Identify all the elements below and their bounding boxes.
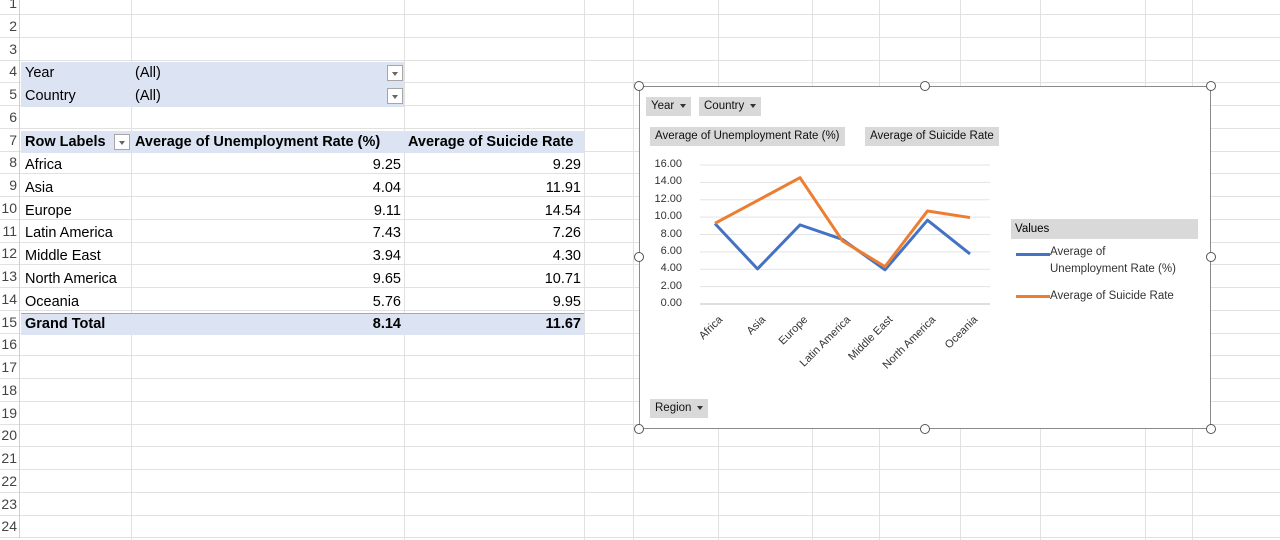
legend-title: Values xyxy=(1011,219,1198,239)
legend-item-suicide: Average of Suicide Rate xyxy=(1050,290,1174,302)
y-tick-label: 6.00 xyxy=(660,244,682,257)
legend-line-unemployment xyxy=(1016,253,1050,256)
y-tick-label: 0.00 xyxy=(660,297,682,309)
y-tick-label: 14.00 xyxy=(654,175,682,188)
legend-line-suicide xyxy=(1016,295,1050,298)
y-tick-label: 2.00 xyxy=(660,279,682,292)
series-line-unemployment[interactable] xyxy=(713,218,971,272)
y-tick-label: 12.00 xyxy=(654,192,682,205)
y-tick-label: 16.00 xyxy=(654,158,682,170)
y-tick-label: 8.00 xyxy=(660,227,682,240)
y-tick-label: 4.00 xyxy=(660,262,682,275)
legend-item-unemployment: Average of Unemployment Rate (%) xyxy=(1050,244,1176,278)
legend-item-unemployment-line2: Unemployment Rate (%) xyxy=(1050,263,1176,275)
legend-item-unemployment-line1: Average of xyxy=(1050,246,1106,258)
y-tick-label: 10.00 xyxy=(654,210,682,223)
